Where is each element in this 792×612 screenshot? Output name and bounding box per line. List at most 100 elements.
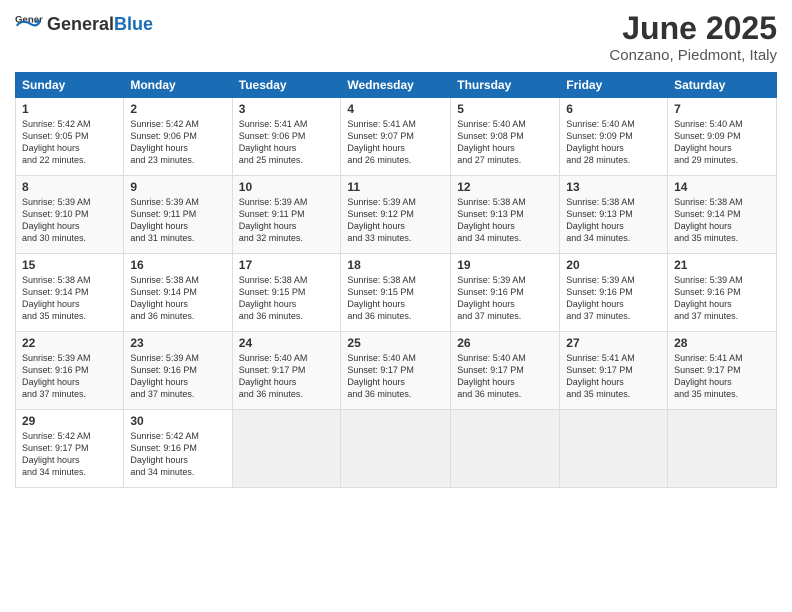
day-info: Sunrise: 5:41 AM Sunset: 9:17 PM Dayligh… xyxy=(566,352,661,401)
weekday-header-row: Sunday Monday Tuesday Wednesday Thursday… xyxy=(16,73,777,98)
header: General GeneralBlue June 2025 Conzano, P… xyxy=(15,10,777,64)
calendar-day-cell: 4 Sunrise: 5:41 AM Sunset: 9:07 PM Dayli… xyxy=(341,98,451,176)
day-number: 16 xyxy=(130,258,225,272)
day-info: Sunrise: 5:38 AM Sunset: 9:13 PM Dayligh… xyxy=(566,196,661,245)
calendar-day-cell: 14 Sunrise: 5:38 AM Sunset: 9:14 PM Dayl… xyxy=(668,176,777,254)
day-number: 2 xyxy=(130,102,225,116)
day-number: 22 xyxy=(22,336,117,350)
day-number: 1 xyxy=(22,102,117,116)
day-info: Sunrise: 5:38 AM Sunset: 9:14 PM Dayligh… xyxy=(22,274,117,323)
day-number: 24 xyxy=(239,336,335,350)
day-info: Sunrise: 5:41 AM Sunset: 9:07 PM Dayligh… xyxy=(347,118,444,167)
calendar-day-cell: 20 Sunrise: 5:39 AM Sunset: 9:16 PM Dayl… xyxy=(560,254,668,332)
calendar-day-cell: 7 Sunrise: 5:40 AM Sunset: 9:09 PM Dayli… xyxy=(668,98,777,176)
calendar-day-cell: 26 Sunrise: 5:40 AM Sunset: 9:17 PM Dayl… xyxy=(451,332,560,410)
day-number: 20 xyxy=(566,258,661,272)
day-number: 15 xyxy=(22,258,117,272)
day-number: 14 xyxy=(674,180,770,194)
day-info: Sunrise: 5:42 AM Sunset: 9:16 PM Dayligh… xyxy=(130,430,225,479)
day-number: 8 xyxy=(22,180,117,194)
day-info: Sunrise: 5:40 AM Sunset: 9:09 PM Dayligh… xyxy=(566,118,661,167)
title-block: June 2025 Conzano, Piedmont, Italy xyxy=(609,10,777,64)
day-number: 28 xyxy=(674,336,770,350)
day-info: Sunrise: 5:41 AM Sunset: 9:06 PM Dayligh… xyxy=(239,118,335,167)
day-info: Sunrise: 5:42 AM Sunset: 9:05 PM Dayligh… xyxy=(22,118,117,167)
day-info: Sunrise: 5:38 AM Sunset: 9:15 PM Dayligh… xyxy=(347,274,444,323)
day-number: 4 xyxy=(347,102,444,116)
location-subtitle: Conzano, Piedmont, Italy xyxy=(609,47,777,64)
day-number: 18 xyxy=(347,258,444,272)
calendar-table: Sunday Monday Tuesday Wednesday Thursday… xyxy=(15,72,777,488)
logo: General GeneralBlue xyxy=(15,10,153,38)
header-saturday: Saturday xyxy=(668,73,777,98)
calendar-day-cell: 23 Sunrise: 5:39 AM Sunset: 9:16 PM Dayl… xyxy=(124,332,232,410)
calendar-week-row: 1 Sunrise: 5:42 AM Sunset: 9:05 PM Dayli… xyxy=(16,98,777,176)
calendar-day-cell: 3 Sunrise: 5:41 AM Sunset: 9:06 PM Dayli… xyxy=(232,98,341,176)
calendar-day-cell: 28 Sunrise: 5:41 AM Sunset: 9:17 PM Dayl… xyxy=(668,332,777,410)
calendar-day-cell xyxy=(341,410,451,488)
day-number: 26 xyxy=(457,336,553,350)
calendar-day-cell: 9 Sunrise: 5:39 AM Sunset: 9:11 PM Dayli… xyxy=(124,176,232,254)
calendar-day-cell: 5 Sunrise: 5:40 AM Sunset: 9:08 PM Dayli… xyxy=(451,98,560,176)
header-monday: Monday xyxy=(124,73,232,98)
calendar-day-cell: 2 Sunrise: 5:42 AM Sunset: 9:06 PM Dayli… xyxy=(124,98,232,176)
calendar-day-cell: 11 Sunrise: 5:39 AM Sunset: 9:12 PM Dayl… xyxy=(341,176,451,254)
calendar-day-cell: 17 Sunrise: 5:38 AM Sunset: 9:15 PM Dayl… xyxy=(232,254,341,332)
day-info: Sunrise: 5:40 AM Sunset: 9:17 PM Dayligh… xyxy=(347,352,444,401)
day-info: Sunrise: 5:40 AM Sunset: 9:17 PM Dayligh… xyxy=(457,352,553,401)
day-info: Sunrise: 5:41 AM Sunset: 9:17 PM Dayligh… xyxy=(674,352,770,401)
day-number: 5 xyxy=(457,102,553,116)
header-friday: Friday xyxy=(560,73,668,98)
day-number: 6 xyxy=(566,102,661,116)
day-info: Sunrise: 5:39 AM Sunset: 9:16 PM Dayligh… xyxy=(566,274,661,323)
day-number: 7 xyxy=(674,102,770,116)
calendar-day-cell xyxy=(560,410,668,488)
calendar-day-cell: 18 Sunrise: 5:38 AM Sunset: 9:15 PM Dayl… xyxy=(341,254,451,332)
day-number: 10 xyxy=(239,180,335,194)
calendar-day-cell: 24 Sunrise: 5:40 AM Sunset: 9:17 PM Dayl… xyxy=(232,332,341,410)
day-info: Sunrise: 5:39 AM Sunset: 9:16 PM Dayligh… xyxy=(22,352,117,401)
calendar-day-cell: 30 Sunrise: 5:42 AM Sunset: 9:16 PM Dayl… xyxy=(124,410,232,488)
day-number: 12 xyxy=(457,180,553,194)
calendar-day-cell: 22 Sunrise: 5:39 AM Sunset: 9:16 PM Dayl… xyxy=(16,332,124,410)
day-number: 17 xyxy=(239,258,335,272)
calendar-day-cell: 12 Sunrise: 5:38 AM Sunset: 9:13 PM Dayl… xyxy=(451,176,560,254)
day-number: 21 xyxy=(674,258,770,272)
day-info: Sunrise: 5:39 AM Sunset: 9:11 PM Dayligh… xyxy=(130,196,225,245)
day-number: 13 xyxy=(566,180,661,194)
day-number: 3 xyxy=(239,102,335,116)
calendar-day-cell: 21 Sunrise: 5:39 AM Sunset: 9:16 PM Dayl… xyxy=(668,254,777,332)
day-info: Sunrise: 5:40 AM Sunset: 9:08 PM Dayligh… xyxy=(457,118,553,167)
day-info: Sunrise: 5:39 AM Sunset: 9:16 PM Dayligh… xyxy=(130,352,225,401)
day-number: 30 xyxy=(130,414,225,428)
day-number: 11 xyxy=(347,180,444,194)
calendar-day-cell: 15 Sunrise: 5:38 AM Sunset: 9:14 PM Dayl… xyxy=(16,254,124,332)
logo-general: General xyxy=(47,14,114,35)
day-number: 25 xyxy=(347,336,444,350)
calendar-week-row: 29 Sunrise: 5:42 AM Sunset: 9:17 PM Dayl… xyxy=(16,410,777,488)
day-number: 19 xyxy=(457,258,553,272)
calendar-day-cell: 27 Sunrise: 5:41 AM Sunset: 9:17 PM Dayl… xyxy=(560,332,668,410)
day-number: 9 xyxy=(130,180,225,194)
calendar-day-cell: 6 Sunrise: 5:40 AM Sunset: 9:09 PM Dayli… xyxy=(560,98,668,176)
page-container: General GeneralBlue June 2025 Conzano, P… xyxy=(0,0,792,498)
day-info: Sunrise: 5:42 AM Sunset: 9:17 PM Dayligh… xyxy=(22,430,117,479)
day-info: Sunrise: 5:39 AM Sunset: 9:12 PM Dayligh… xyxy=(347,196,444,245)
day-info: Sunrise: 5:39 AM Sunset: 9:10 PM Dayligh… xyxy=(22,196,117,245)
day-number: 23 xyxy=(130,336,225,350)
day-number: 27 xyxy=(566,336,661,350)
month-title: June 2025 xyxy=(609,10,777,47)
calendar-week-row: 8 Sunrise: 5:39 AM Sunset: 9:10 PM Dayli… xyxy=(16,176,777,254)
header-tuesday: Tuesday xyxy=(232,73,341,98)
day-info: Sunrise: 5:40 AM Sunset: 9:09 PM Dayligh… xyxy=(674,118,770,167)
day-info: Sunrise: 5:39 AM Sunset: 9:16 PM Dayligh… xyxy=(674,274,770,323)
calendar-day-cell xyxy=(668,410,777,488)
header-sunday: Sunday xyxy=(16,73,124,98)
day-info: Sunrise: 5:38 AM Sunset: 9:14 PM Dayligh… xyxy=(130,274,225,323)
day-info: Sunrise: 5:38 AM Sunset: 9:13 PM Dayligh… xyxy=(457,196,553,245)
day-info: Sunrise: 5:39 AM Sunset: 9:16 PM Dayligh… xyxy=(457,274,553,323)
logo-blue: Blue xyxy=(114,14,153,35)
calendar-day-cell: 29 Sunrise: 5:42 AM Sunset: 9:17 PM Dayl… xyxy=(16,410,124,488)
calendar-week-row: 15 Sunrise: 5:38 AM Sunset: 9:14 PM Dayl… xyxy=(16,254,777,332)
day-info: Sunrise: 5:38 AM Sunset: 9:14 PM Dayligh… xyxy=(674,196,770,245)
